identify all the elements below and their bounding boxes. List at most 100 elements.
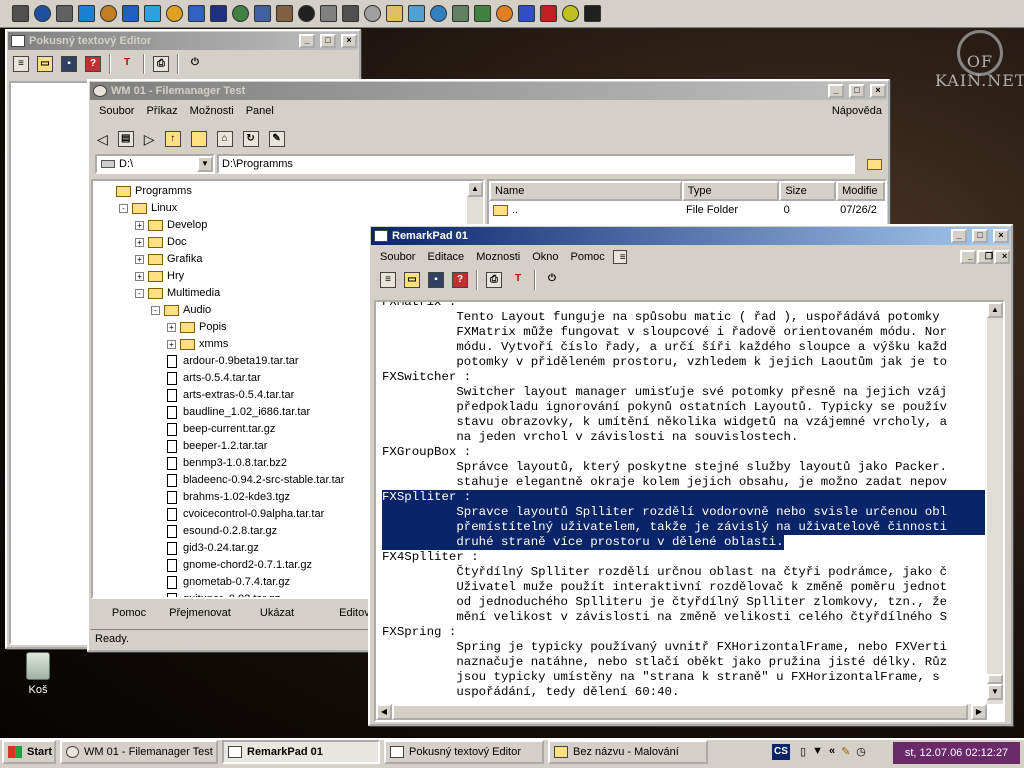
close-button[interactable]: × [341,34,357,48]
globe-icon[interactable] [78,5,95,22]
scroll-right-icon[interactable]: ▶ [971,704,987,720]
power-icon[interactable]: ⏻ [544,272,560,288]
folder-icon[interactable] [190,131,207,147]
tree-item[interactable]: Programms [103,183,483,200]
mdi-close-button[interactable]: × [994,250,1010,264]
trash-icon[interactable]: Koš [18,652,58,696]
refresh-icon[interactable]: ↻ [242,131,259,147]
collapse-icon[interactable]: - [135,288,144,298]
menu-soubor[interactable]: Soubor [374,251,421,263]
text-line[interactable]: stahuje elegantně okraje kolem jejich ob… [382,475,985,490]
scroll-left-icon[interactable]: ◀ [376,704,392,720]
board-icon[interactable] [408,5,425,22]
text-line[interactable]: FXSplliter : [382,490,985,505]
open-folder-icon[interactable] [867,159,882,170]
minimize-button[interactable]: _ [828,84,844,98]
maximize-button[interactable]: □ [849,84,865,98]
filemanager-titlebar[interactable]: WM 01 - Filemanager Test _ □ × [90,82,887,100]
burst-icon[interactable] [540,5,557,22]
circle-icon[interactable] [166,5,183,22]
text-line[interactable]: uspořádání, tedy dělení 60:40. [382,685,985,700]
drive-combo[interactable]: D:\ ▼ [95,154,215,174]
font-icon[interactable]: T [510,272,526,288]
help-icon[interactable]: ? [452,272,468,288]
maximize-button[interactable]: □ [972,229,988,243]
task-remarkpad[interactable]: RemarkPad 01 [222,740,380,764]
text-line[interactable]: FX4Splliter : [382,550,985,565]
shoe-icon[interactable] [342,5,359,22]
remarkpad-text-area[interactable]: FXMatrix : Tento Layout funguje na spůso… [374,300,1005,722]
expand-icon[interactable]: + [135,220,144,230]
media-icon[interactable] [122,5,139,22]
scroll-down-icon[interactable]: ▼ [987,684,1003,700]
ukazat-button[interactable]: Ukázat [233,607,321,619]
system-clock[interactable]: st, 12.07.06 02:12:27 [893,742,1020,764]
column-name[interactable]: Name [489,181,682,201]
gallery-icon[interactable] [452,5,469,22]
print-icon[interactable]: ⎙ [486,272,502,288]
close-button[interactable]: × [870,84,886,98]
table-row[interactable]: .. File Folder 0 07/26/2 [489,201,885,219]
tri-icon[interactable] [562,5,579,22]
text-line[interactable]: jsou typicky umístěny na "strana k stran… [382,670,985,685]
scroll-up-icon[interactable]: ▲ [467,181,483,197]
tag-icon[interactable] [364,5,381,22]
note-icon[interactable]: ≡ [612,250,627,264]
prejmenovat-button[interactable]: Přejmenovat [167,607,233,619]
save-disk-icon[interactable]: ▪ [428,272,444,288]
text-line[interactable]: na jeden vrchol v závislosti na souvislo… [382,430,985,445]
home-icon[interactable]: ⌂ [216,131,233,147]
text-line[interactable]: FXMatrix může fungovat v sloupcové i řad… [382,325,985,340]
minimize-button[interactable]: _ [299,34,315,48]
new-file-icon[interactable]: ≡ [13,56,29,72]
text-line[interactable]: Čtyřdílný Splliter rozdělí určnou oblast… [382,565,985,580]
forward-arrow-icon[interactable]: ▷ [144,131,155,148]
tree-item[interactable]: - Linux [103,200,483,217]
clipboard-icon[interactable]: ▤ [117,131,134,147]
gear-icon[interactable] [232,5,249,22]
scroll-thumb[interactable] [987,674,1003,684]
edit-icon[interactable]: ✎ [268,131,285,147]
text-line[interactable]: stavu obrazovky, k umítění několika widg… [382,415,985,430]
column-size[interactable]: Size [779,181,837,201]
pomoc-button[interactable]: Pomoc [91,607,167,619]
text-line[interactable]: FXGroupBox : [382,445,985,460]
back-arrow-icon[interactable]: ◁ [97,131,108,148]
chevron-down-icon[interactable]: ▼ [197,156,213,172]
text-line[interactable]: Správce layoutů, který poskytne stejné s… [382,460,985,475]
text-line[interactable]: přemístítelný uživatelem, takže je závis… [382,520,985,535]
menu-editace[interactable]: Editace [421,251,470,263]
menu-okno[interactable]: Okno [526,251,564,263]
network-icon[interactable]: ▯ [800,745,806,758]
mdi-restore-button[interactable]: ❐ [977,250,993,264]
column-type[interactable]: Type [681,181,780,201]
start-button[interactable]: Start [2,740,56,764]
vertical-scrollbar[interactable]: ▲ ▼ [987,302,1003,704]
expand-icon[interactable]: + [167,322,176,332]
window-icon[interactable] [254,5,271,22]
mdi-minimize-button[interactable]: _ [960,250,976,264]
text-line[interactable]: FXMatrix : [382,302,985,310]
path-input[interactable]: D:\Programms [217,154,855,174]
menu-soubor[interactable]: Soubor [93,105,140,117]
save-disk-icon[interactable]: ▪ [61,56,77,72]
remarkpad-titlebar[interactable]: RemarkPad 01 _ □ × [371,227,1010,245]
font-icon[interactable]: T [119,56,135,72]
flower-icon[interactable] [496,5,513,22]
collapse-icon[interactable]: - [119,203,128,213]
scroll-up-icon[interactable]: ▲ [987,302,1003,318]
clock-icon[interactable]: ◷ [856,745,866,758]
language-indicator[interactable]: CS [772,744,790,760]
text-line[interactable]: naznačuje natáhne, nebo stlačí oběkt jak… [382,655,985,670]
text-line[interactable]: FXSpring : [382,625,985,640]
column-modified[interactable]: Modifie [836,181,885,201]
text-line[interactable]: potomky v přiděleném prostoru, vzhledem … [382,355,985,370]
expand-icon[interactable]: + [135,271,144,281]
power-icon[interactable]: ⏻ [187,56,203,72]
arrow-icon[interactable] [12,5,29,22]
collapse-icon[interactable]: - [151,305,160,315]
open-folder-icon[interactable]: ▭ [37,56,53,72]
qt-icon[interactable] [144,5,161,22]
text-line[interactable]: Spravce layoutů Splliter rozdělí vodorov… [382,505,985,520]
menu-moznosti[interactable]: Možnosti [184,105,240,117]
